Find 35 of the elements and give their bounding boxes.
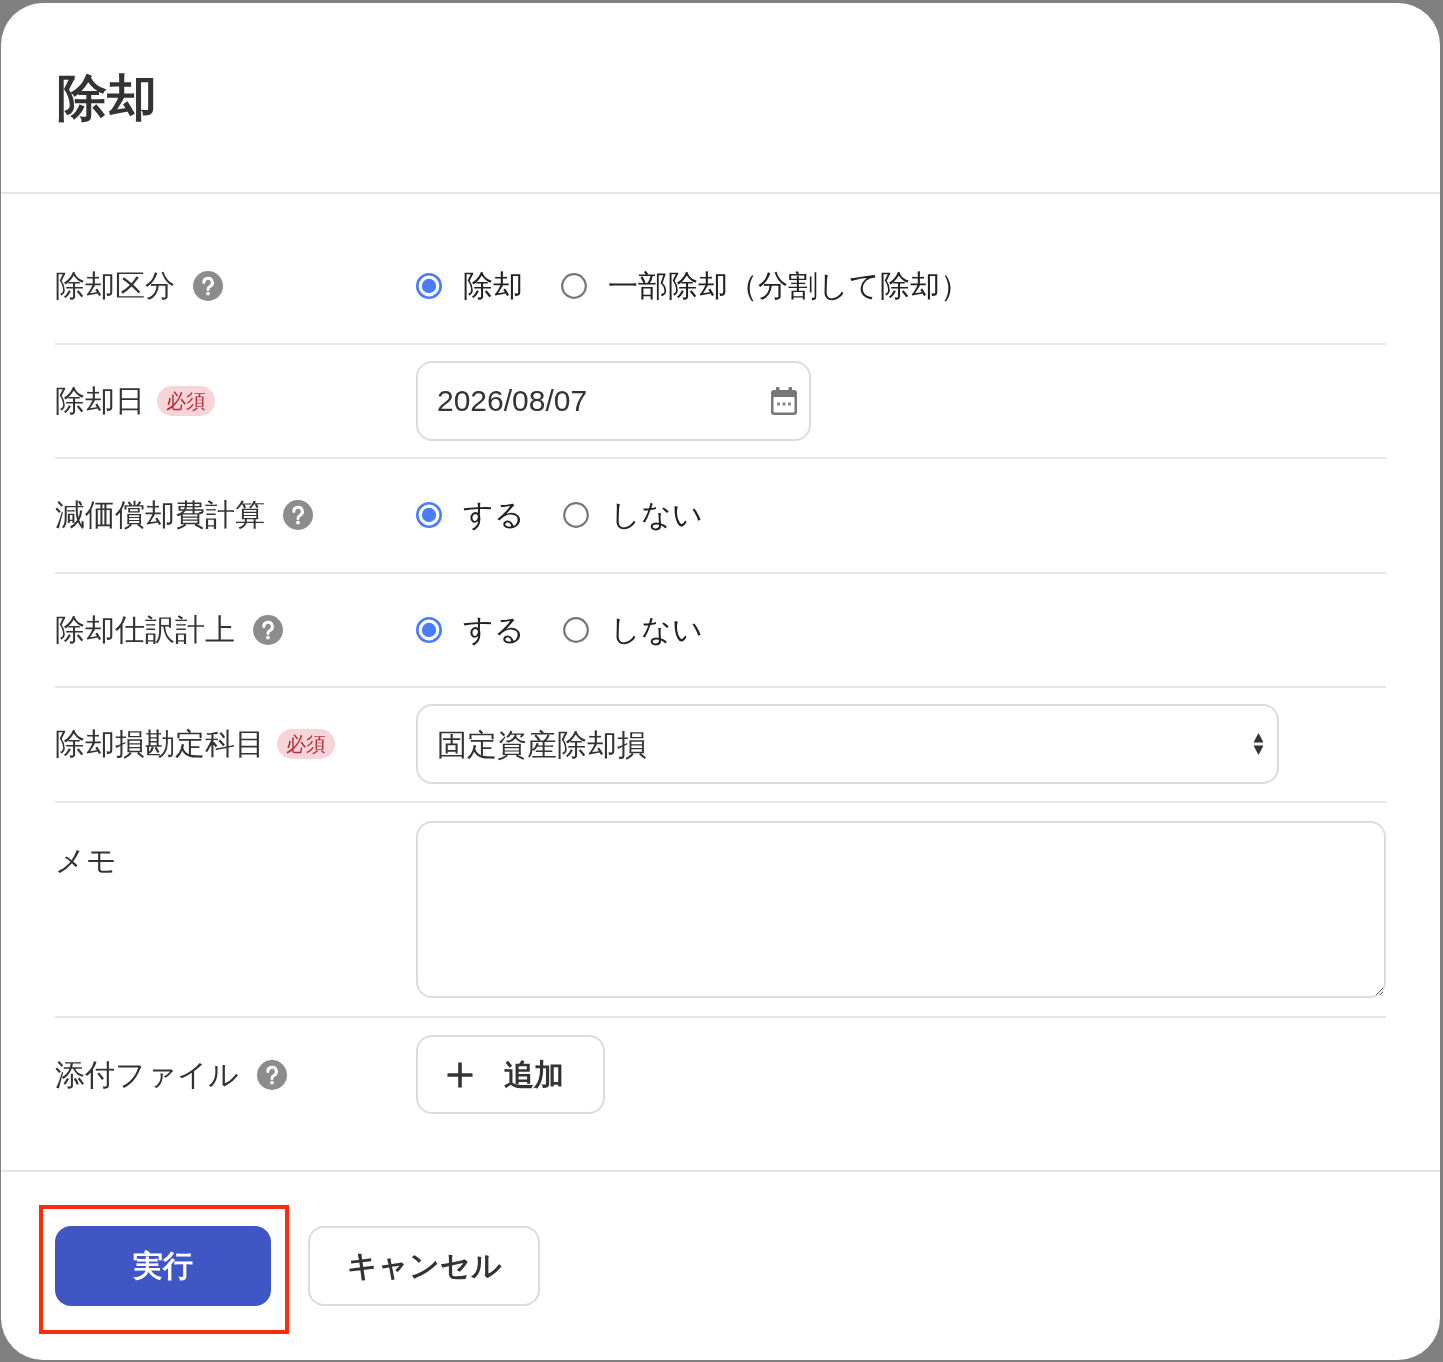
dialog-title: 除却 — [57, 72, 157, 123]
field-label: 除却区分 — [55, 268, 175, 305]
radio-label[interactable]: 一部除却（分割して除却） — [608, 268, 970, 305]
submit-button[interactable]: 実行 — [55, 1225, 271, 1306]
help-icon[interactable] — [253, 614, 283, 645]
date-field[interactable]: 2026/08/07 — [416, 360, 811, 441]
radio-label[interactable]: する — [463, 611, 525, 648]
radio-label[interactable]: しない — [610, 611, 703, 648]
radio-button[interactable] — [563, 616, 589, 643]
calendar-icon[interactable] — [770, 385, 798, 416]
field-label: 除却仕訳計上 — [55, 611, 235, 648]
radio-button[interactable] — [416, 502, 442, 529]
required-badge: 必須 — [157, 385, 215, 416]
plus-icon — [446, 1060, 474, 1089]
field-label: メモ — [55, 842, 117, 879]
radio-button[interactable] — [563, 502, 589, 529]
radio-button[interactable] — [416, 616, 442, 643]
memo-field[interactable] — [416, 820, 1386, 998]
field-label: 添付ファイル — [55, 1056, 239, 1093]
select-field[interactable]: 固定資産除却損 — [416, 704, 1279, 785]
field-label: 除却日 — [55, 382, 145, 419]
field-label: 減価償却費計算 — [55, 497, 265, 534]
radio-label[interactable]: 除却 — [463, 268, 523, 305]
radio-label[interactable]: する — [463, 497, 525, 534]
add-button[interactable]: 追加 — [416, 1035, 605, 1114]
radio-button[interactable] — [561, 273, 587, 300]
cancel-button[interactable]: キャンセル — [308, 1225, 540, 1306]
field-label: 除却損勘定科目 — [55, 726, 265, 763]
radio-label[interactable]: しない — [610, 497, 703, 534]
help-icon[interactable] — [257, 1059, 287, 1090]
radio-button[interactable] — [416, 273, 442, 300]
updown-caret-icon — [1253, 732, 1264, 757]
help-icon[interactable] — [193, 271, 223, 302]
required-badge: 必須 — [277, 729, 335, 760]
help-icon[interactable] — [283, 500, 313, 531]
